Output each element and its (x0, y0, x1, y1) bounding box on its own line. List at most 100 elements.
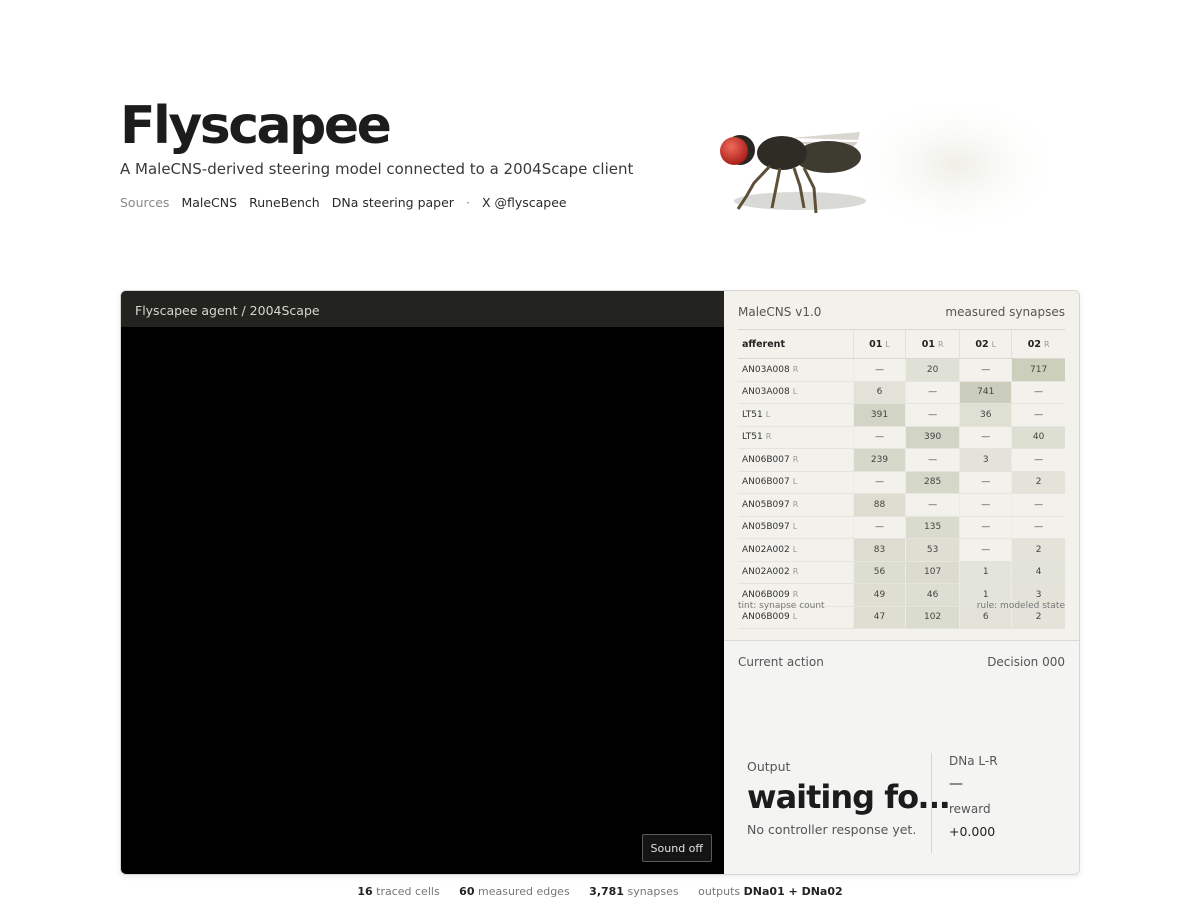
synapse-cell: 390 (904, 426, 960, 449)
link-malecns[interactable]: MaleCNS (181, 195, 237, 210)
afferent-side: L (792, 477, 798, 487)
synapse-cell: 2 (1011, 538, 1065, 562)
matrix-row: AN03A008 R —20—717 (738, 358, 1065, 382)
synapse-cell: 40 (1011, 426, 1065, 449)
edges-stat: 60 measured edges (459, 885, 570, 898)
afferent-label: AN05B097 (742, 499, 790, 510)
matrix-row: AN05B097 R 88— — — (738, 493, 1065, 517)
afferent-name: AN06B007 R (738, 448, 854, 472)
site-header: Flyscapee A MaleCNS-derived steering mod… (120, 96, 680, 210)
synapse-cell: 285 (904, 471, 960, 494)
synapse-matrix: afferent 01 L 01 R 02 L 02 R AN03A008 R —20—71… (738, 329, 1065, 629)
afferent-header: afferent (738, 329, 854, 359)
afferent-name: AN05B097 R (738, 493, 854, 517)
synapse-cell: — (959, 358, 1012, 382)
synapse-panel-subtitle: measured synapses (945, 305, 1065, 319)
matrix-row: AN05B097 L —135— — (738, 516, 1065, 539)
synapse-cell: 4 (1011, 561, 1065, 584)
outputs-label: outputs (698, 885, 741, 898)
traced-label: traced cells (376, 885, 440, 898)
afferent-label: AN03A008 (742, 387, 790, 398)
synapse-cell: — (1011, 403, 1065, 427)
column-label: 01 (869, 338, 883, 350)
synapses-stat: 3,781 synapses (589, 885, 678, 898)
synapse-cell: — (853, 516, 906, 539)
afferent-name: LT51 L (738, 403, 854, 427)
synapses-label: synapses (627, 885, 679, 898)
info-column: MaleCNS v1.0 measured synapses afferent … (724, 291, 1079, 874)
synapses-count: 3,781 (589, 885, 624, 898)
synapse-cell: — (1011, 448, 1065, 472)
synapse-cell: — (959, 516, 1012, 539)
matrix-row: AN06B007 R 239—3— (738, 448, 1065, 472)
matrix-row: AN06B007 L —285—2 (738, 471, 1065, 494)
afferent-side: L (792, 612, 798, 622)
synapse-cell: — (1011, 493, 1065, 517)
link-runebench[interactable]: RuneBench (249, 195, 320, 210)
afferent-side: R (792, 454, 799, 464)
synapse-cell: 20 (904, 358, 960, 382)
reward-value: +0.000 (949, 824, 996, 839)
synapse-panel-title: MaleCNS v1.0 (738, 305, 822, 319)
fly-illustration (710, 80, 1070, 250)
synapse-cell: — (959, 471, 1012, 494)
afferent-side: L (792, 544, 798, 554)
column-label: 01 (921, 338, 935, 350)
metrics-block: DNa L-R — reward +0.000 (949, 754, 998, 839)
afferent-label: AN06B009 (742, 612, 790, 623)
link-dna-paper[interactable]: DNa steering paper (332, 195, 454, 210)
matrix-row: AN02A002 L 83 53—2 (738, 538, 1065, 562)
afferent-name: AN05B097 L (738, 516, 854, 539)
afferent-label: AN06B007 (742, 454, 790, 465)
synapse-cell: 741 (959, 381, 1012, 404)
afferent-side: L (792, 522, 798, 532)
afferent-side: L (792, 387, 798, 397)
synapse-cell: 391 (853, 403, 906, 427)
separator-dot: · (465, 195, 470, 210)
fly-icon (720, 93, 1065, 237)
afferent-name: AN06B007 L (738, 471, 854, 494)
game-title: Flyscapee agent / 2004Scape (121, 291, 724, 327)
column-side: R (937, 339, 944, 349)
traced-count: 16 (357, 885, 373, 898)
metrics-divider (931, 753, 932, 853)
outputs-stat: outputs DNa01 + DNa02 (698, 885, 843, 898)
synapse-cell: — (959, 493, 1012, 517)
column-header: 02 L (959, 329, 1012, 359)
column-header: 01 L (853, 329, 906, 359)
game-viewport[interactable]: Flyscapee agent / 2004Scape Sound off (121, 291, 724, 874)
synapse-cell: 56 (853, 561, 906, 584)
column-header: 01 R (904, 329, 960, 359)
column-side: R (1043, 339, 1050, 349)
synapse-cell: 2 (1011, 471, 1065, 494)
synapse-cell: — (904, 448, 960, 472)
afferent-name: AN02A002 R (738, 561, 854, 584)
synapse-cell: — (904, 493, 960, 517)
edges-count: 60 (459, 885, 475, 898)
sound-toggle-button[interactable]: Sound off (641, 834, 712, 862)
synapse-cell: — (959, 538, 1012, 562)
reward-label: reward (949, 802, 991, 816)
afferent-side: R (792, 499, 799, 509)
synapse-cell: — (853, 358, 906, 382)
matrix-row: LT51 R —390—40 (738, 426, 1065, 449)
synapse-cell: 135 (904, 516, 960, 539)
matrix-row: AN03A008 L 6—741— (738, 381, 1065, 404)
synapse-cell: — (1011, 516, 1065, 539)
link-x-social[interactable]: X @flyscapee (482, 195, 567, 210)
synapse-cell: — (904, 381, 960, 404)
sources-bar: Sources MaleCNS RuneBench DNa steering p… (120, 195, 680, 210)
output-value: waiting fo… (747, 778, 950, 816)
synapse-cell: — (904, 403, 960, 427)
afferent-label: AN05B097 (742, 522, 790, 533)
column-label: 02 (1027, 338, 1041, 350)
column-header: 02 R (1011, 329, 1065, 359)
afferent-name: LT51 R (738, 426, 854, 449)
main-panel: Flyscapee agent / 2004Scape Sound off Ma… (120, 290, 1080, 875)
afferent-label: LT51 (742, 432, 763, 443)
afferent-label: AN03A008 (742, 364, 790, 375)
dna-label: DNa L-R (949, 754, 998, 768)
output-block: Output waiting fo… No controller respons… (747, 759, 950, 837)
column-label: 02 (975, 338, 989, 350)
outputs-value: DNa01 + DNa02 (743, 885, 843, 898)
